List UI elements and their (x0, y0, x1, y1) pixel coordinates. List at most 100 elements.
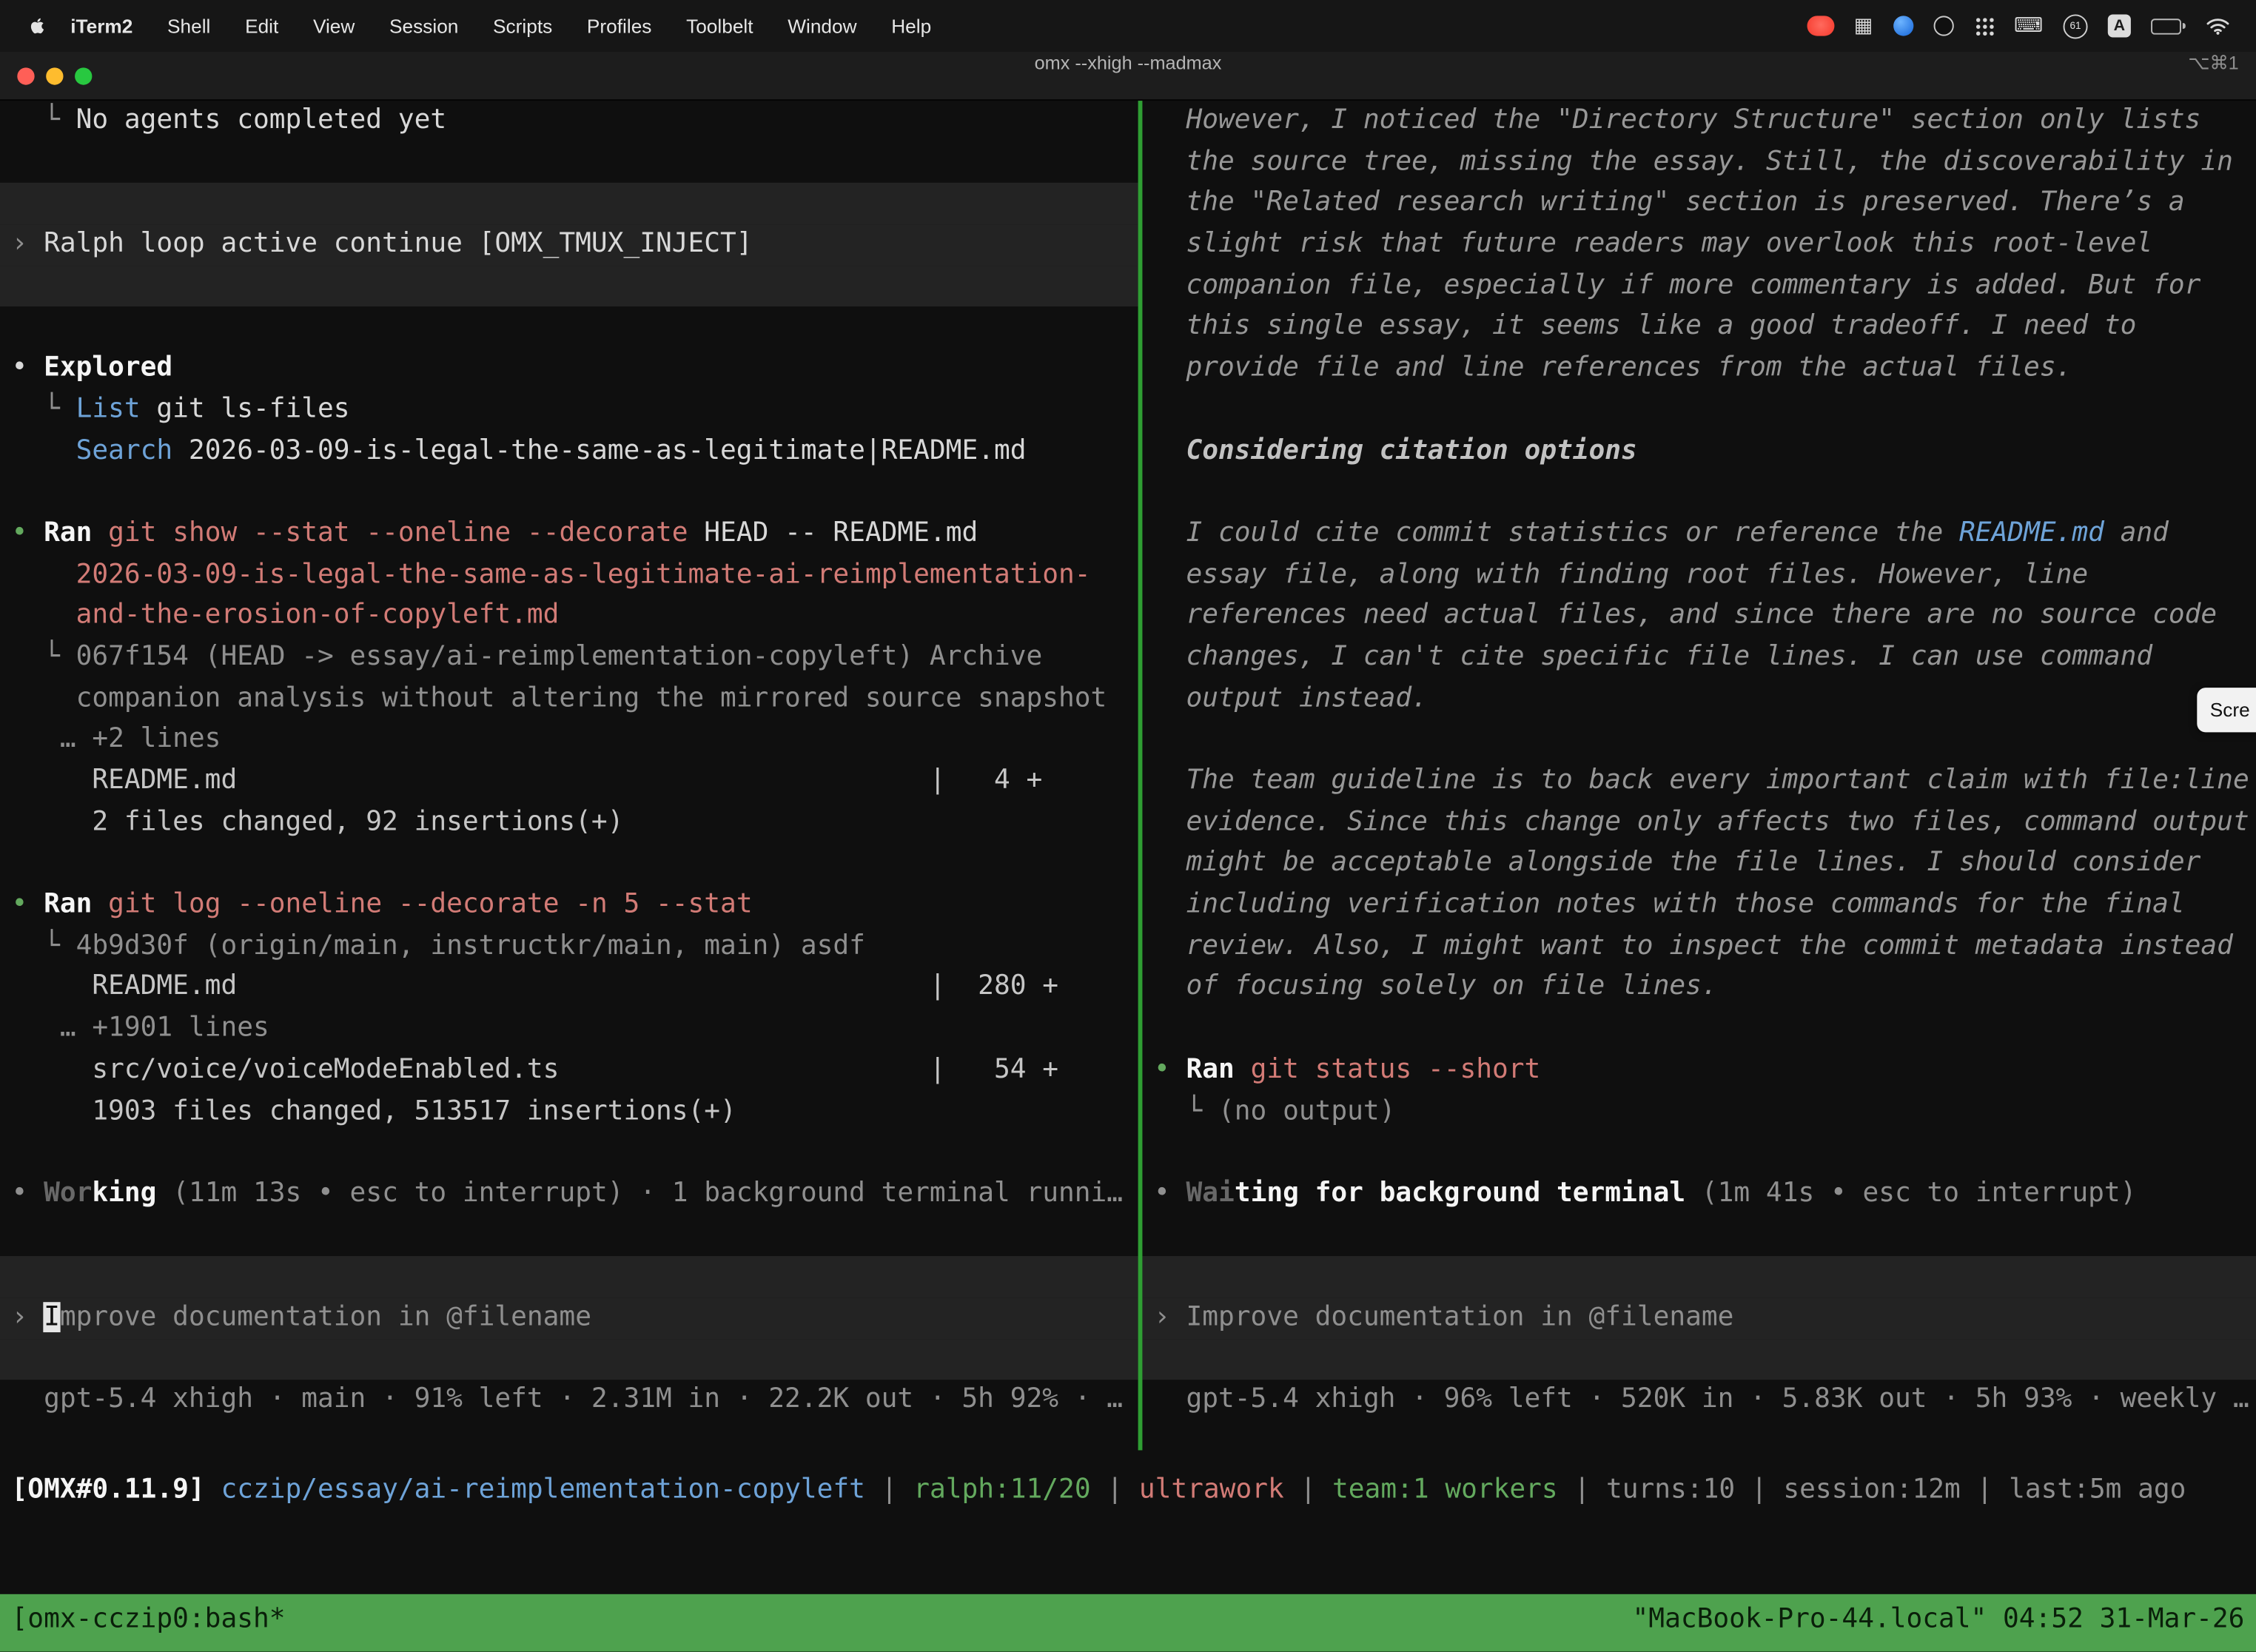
terminal-line (1142, 1132, 2256, 1174)
terminal-line: and-the-erosion-of-copyleft.md (0, 596, 1138, 637)
menu-app-name[interactable]: iTerm2 (53, 15, 150, 36)
keyboard-app-icon[interactable]: ⌨ (2014, 16, 2043, 36)
terminal-line: evidence. Since this change only affects… (1142, 802, 2256, 844)
terminal-area: └ No agents completed yet › Ralph loop ac… (0, 101, 2256, 1595)
terminal-line: might be acceptable alongside the file l… (1142, 844, 2256, 885)
dark-circle-app-icon[interactable] (1933, 16, 1953, 36)
terminal-line: └ 067f154 (HEAD -> essay/ai-reimplementa… (0, 637, 1138, 679)
screen-recording-icon[interactable] (1807, 16, 1834, 36)
terminal-line: companion file, especially if more comme… (1142, 266, 2256, 307)
terminal-line (0, 1215, 1138, 1257)
battery-icon[interactable] (2151, 18, 2186, 33)
terminal-line (0, 1256, 1138, 1297)
terminal-line (0, 472, 1138, 514)
menu-item-session[interactable]: Session (372, 15, 476, 36)
window-title-bar[interactable]: omx --xhigh --madmax ⌥⌘1 (0, 52, 2256, 101)
terminal-line: the "Related research writing" section i… (1142, 184, 2256, 225)
terminal-line (0, 307, 1138, 349)
omx-status-line: [OMX#0.11.9] cczip/essay/ai-reimplementa… (0, 1471, 2256, 1512)
terminal-line: 1903 files changed, 513517 insertions(+) (0, 1091, 1138, 1132)
tmux-status-bar: [omx-cczip0:bash* "MacBook-Pro-44.local"… (0, 1594, 2256, 1652)
ralph-inject-line[interactable]: › Ralph loop active continue [OMX_TMUX_I… (0, 224, 1138, 266)
terminal-line: output instead. (1142, 679, 2256, 720)
menu-item-help[interactable]: Help (874, 15, 949, 36)
terminal-line: • Ran git show --stat --oneline --decora… (0, 514, 1138, 555)
screen-edge-tooltip[interactable]: Scre (2197, 688, 2256, 732)
window-title: omx --xhigh --madmax (0, 52, 2256, 99)
apple-logo-icon[interactable] (27, 14, 47, 37)
terminal-line: 2 files changed, 92 insertions(+) (0, 802, 1138, 844)
terminal-line: Considering citation options (1142, 431, 2256, 472)
dots-grid-icon[interactable] (1974, 16, 1994, 36)
terminal-line: changes, I can't cite specific file line… (1142, 637, 2256, 679)
terminal-line (0, 1339, 1138, 1380)
terminal-line: • Waiting for background terminal (1m 41… (1142, 1174, 2256, 1215)
terminal-line (1142, 389, 2256, 431)
terminal-line (0, 1132, 1138, 1174)
terminal-line (0, 844, 1138, 885)
tmux-host-clock-label: "MacBook-Pro-44.local" 04:52 31-Mar-26 (1633, 1599, 2245, 1652)
input-source-icon[interactable]: A (2108, 14, 2131, 37)
terminal-line: 2026-03-09-is-legal-the-same-as-legitima… (0, 554, 1138, 596)
terminal-line: companion analysis without altering the … (0, 679, 1138, 720)
menu-item-scripts[interactable]: Scripts (476, 15, 570, 36)
terminal-line: └ 4b9d30f (origin/main, instructkr/main,… (0, 926, 1138, 967)
terminal-line: gpt-5.4 xhigh · 96% left · 520K in · 5.8… (1142, 1380, 2256, 1422)
tmux-session-label: [omx-cczip0:bash* (12, 1599, 286, 1652)
blue-app-icon[interactable] (1893, 16, 1913, 36)
wifi-icon[interactable] (2206, 16, 2230, 36)
terminal-line: this single essay, it seems like a good … (1142, 307, 2256, 349)
macos-screen: iTerm2 ShellEditViewSessionScriptsProfil… (0, 0, 2256, 1652)
terminal-line: └ List git ls-files (0, 389, 1138, 431)
left-terminal-pane[interactable]: └ No agents completed yet › Ralph loop ac… (0, 101, 1138, 1450)
terminal-line: src/voice/voiceModeEnabled.ts | 54 + (0, 1050, 1138, 1092)
menu-item-window[interactable]: Window (771, 15, 874, 36)
terminal-line: I could cite commit statistics or refere… (1142, 514, 2256, 555)
terminal-line: the source tree, missing the essay. Stil… (1142, 142, 2256, 184)
terminal-line (0, 266, 1138, 307)
menubar-status-icons: ▦ ⌨ 61 A (1807, 13, 2256, 38)
terminal-line: README.md | 280 + (0, 967, 1138, 1009)
terminal-line (1142, 1215, 2256, 1257)
terminal-line: of focusing solely on file lines. (1142, 967, 2256, 1009)
terminal-line: • Working (11m 13s • esc to interrupt) ·… (0, 1174, 1138, 1215)
terminal-line: references need actual files, and since … (1142, 596, 2256, 637)
terminal-line (0, 142, 1138, 184)
terminal-line: slight risk that future readers may over… (1142, 224, 2256, 266)
menu-item-view[interactable]: View (296, 15, 372, 36)
terminal-line: └ No agents completed yet (0, 101, 1138, 142)
terminal-line (1142, 1339, 2256, 1380)
menu-item-profiles[interactable]: Profiles (570, 15, 669, 36)
terminal-line: README.md | 4 + (0, 761, 1138, 802)
terminal-line: essay file, along with finding root file… (1142, 554, 2256, 596)
terminal-line: However, I noticed the "Directory Struct… (1142, 101, 2256, 142)
prompt-input-line[interactable]: › Improve documentation in @filename (0, 1297, 1138, 1339)
terminal-line (1142, 720, 2256, 762)
terminal-line: gpt-5.4 xhigh · main · 91% left · 2.31M … (0, 1380, 1138, 1422)
terminal-line: including verification notes with those … (1142, 885, 2256, 927)
terminal-line (1142, 472, 2256, 514)
terminal-line: • Ran git log --oneline --decorate -n 5 … (0, 885, 1138, 927)
terminal-line: • Ran git status --short (1142, 1050, 2256, 1092)
window-shortcut-badge: ⌥⌘1 (2188, 52, 2238, 99)
terminal-line: └ (no output) (1142, 1091, 2256, 1132)
terminal-line (1142, 1009, 2256, 1050)
terminal-line: provide file and line references from th… (1142, 349, 2256, 390)
gauge-icon[interactable]: 61 (2064, 13, 2088, 38)
menu-item-shell[interactable]: Shell (150, 15, 228, 36)
prompt-input-line[interactable]: › Improve documentation in @filename (1142, 1297, 2256, 1339)
window-grid-icon[interactable]: ▦ (1854, 16, 1873, 36)
menu-items: ShellEditViewSessionScriptsProfilesToolb… (150, 15, 949, 36)
right-terminal-pane[interactable]: However, I noticed the "Directory Struct… (1142, 101, 2256, 1450)
terminal-line: … +1901 lines (0, 1009, 1138, 1050)
terminal-line: review. Also, I might want to inspect th… (1142, 926, 2256, 967)
macos-menu-bar: iTerm2 ShellEditViewSessionScriptsProfil… (0, 0, 2256, 52)
terminal-line: The team guideline is to back every impo… (1142, 761, 2256, 802)
terminal-line (1142, 1256, 2256, 1297)
menu-item-edit[interactable]: Edit (228, 15, 296, 36)
terminal-line (0, 184, 1138, 225)
menu-item-toolbelt[interactable]: Toolbelt (669, 15, 771, 36)
terminal-line: … +2 lines (0, 720, 1138, 762)
terminal-line: • Explored (0, 349, 1138, 390)
terminal-line: Search 2026-03-09-is-legal-the-same-as-l… (0, 431, 1138, 472)
